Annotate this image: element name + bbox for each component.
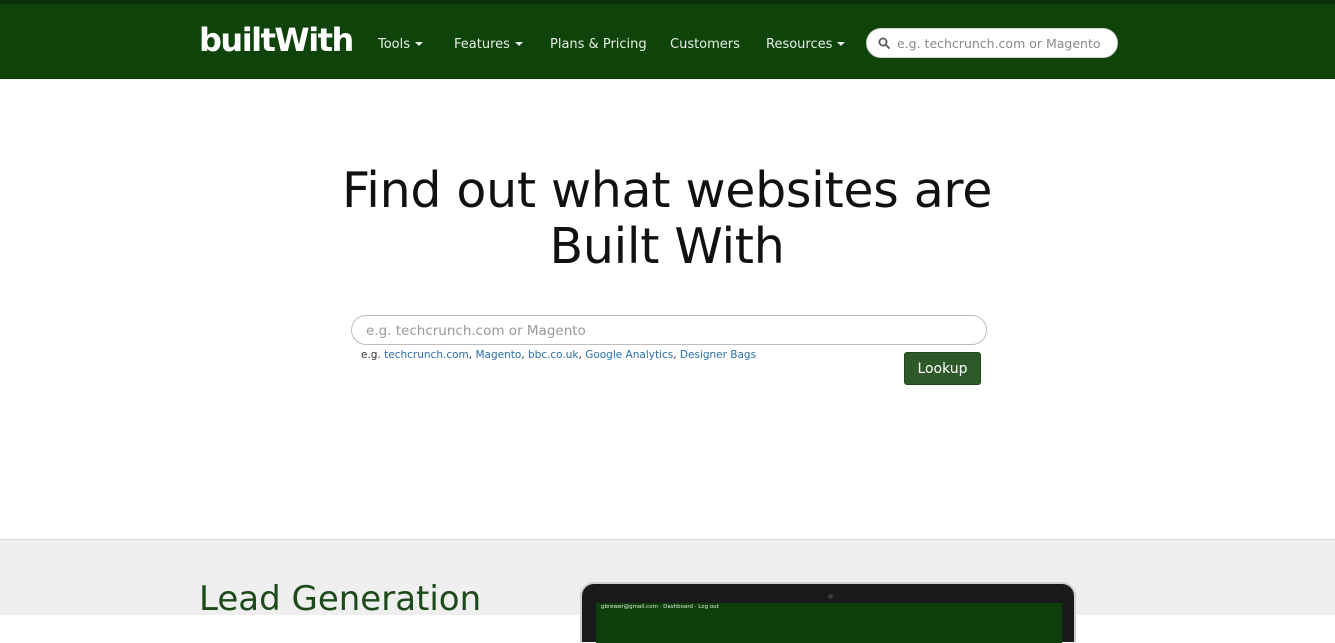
caret-down-icon — [514, 41, 523, 46]
nav-features-label: Features — [454, 37, 510, 52]
hero-title-line1: Find out what websites are — [341, 162, 993, 219]
nav-resources[interactable]: Resources — [766, 37, 846, 52]
device-camera — [828, 594, 833, 599]
device-screen-text: gbrewer@gmail.com · Dashboard · Log out — [601, 604, 719, 610]
nav-customers[interactable]: Customers — [670, 37, 740, 52]
header-search-input[interactable] — [897, 32, 1112, 54]
search-icon — [878, 37, 890, 49]
example-link-google-analytics[interactable]: Google Analytics — [585, 349, 673, 361]
caret-down-icon — [837, 41, 846, 46]
device-screen: gbrewer@gmail.com · Dashboard · Log out — [596, 603, 1062, 643]
example-link-bbc[interactable]: bbc.co.uk — [528, 349, 579, 361]
examples-prefix: e.g. — [361, 349, 381, 361]
search-examples: e.g. techcrunch.com, Magento, bbc.co.uk,… — [361, 349, 757, 361]
nav-tools-label: Tools — [378, 37, 411, 52]
caret-down-icon — [415, 41, 424, 46]
hero-title: Find out what websites are Built With — [267, 163, 1067, 275]
example-link-magento[interactable]: Magento — [475, 349, 521, 361]
hero-title-line2: Built With — [549, 218, 785, 275]
laptop-mockup-image: gbrewer@gmail.com · Dashboard · Log out — [580, 582, 1076, 643]
nav-plans-pricing[interactable]: Plans & Pricing — [550, 37, 647, 52]
nav-customers-label: Customers — [670, 37, 740, 52]
top-navbar: builtWith Tools Features Plans & Pricing… — [0, 0, 1335, 79]
nav-plans-pricing-label: Plans & Pricing — [550, 37, 647, 52]
main-search-input[interactable] — [366, 320, 966, 341]
nav-resources-label: Resources — [766, 37, 833, 52]
main-search-box — [351, 315, 987, 345]
example-link-techcrunch[interactable]: techcrunch.com — [384, 349, 469, 361]
lookup-button[interactable]: Lookup — [904, 352, 981, 385]
header-search-box — [866, 28, 1118, 58]
builtwith-logo[interactable]: builtWith — [199, 20, 354, 60]
lead-generation-title: Lead Generation — [199, 579, 482, 619]
nav-features[interactable]: Features — [454, 37, 523, 52]
example-link-designer-bags[interactable]: Designer Bags — [680, 349, 756, 361]
nav-tools[interactable]: Tools — [378, 37, 424, 52]
